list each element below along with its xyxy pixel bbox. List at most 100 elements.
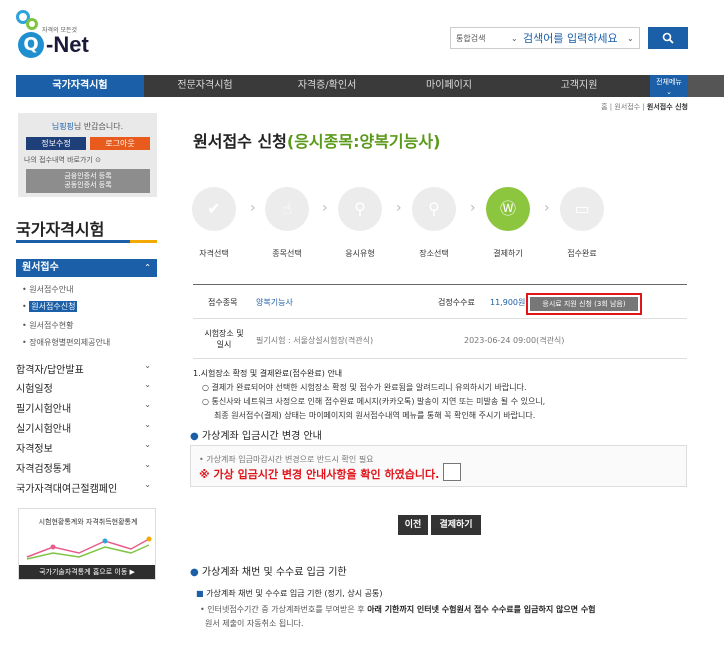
step-label: 접수완료	[567, 249, 597, 258]
check-icon: ✔	[207, 199, 221, 218]
confirm-notice-line: • 가상계좌 입금마감시간 변경으로 반드시 확인 필요	[199, 455, 374, 464]
search-box[interactable]: 통합검색 ⌄ 검색어를 입력하세요 ⌄	[450, 27, 640, 49]
sidebar-subitem-active[interactable]: • 원서접수신청	[22, 301, 78, 312]
bullet-icon: ●	[190, 567, 199, 578]
sidebar-item-info[interactable]: 자격정보 ⌄	[16, 440, 157, 455]
cert-line-1: 금융인증서 등록	[64, 172, 112, 180]
place-label: 시험장소 및 일시	[204, 329, 244, 349]
step-label: 응시유형	[345, 249, 375, 258]
search-button[interactable]	[648, 27, 688, 49]
won-coin-icon: Ⓦ	[499, 199, 516, 218]
chevron-right-icon: ›	[396, 200, 402, 216]
qnet-logo[interactable]: 자격의 모든것 Q -Net	[16, 8, 106, 62]
confirm-notice-box: • 가상계좌 입금마감시간 변경으로 반드시 확인 필요 ※ 가상 입금시간 변…	[190, 445, 687, 487]
cert-line-2: 공동인증서 등록	[64, 181, 112, 189]
user-name: 님핑핑	[51, 122, 74, 131]
section-heading-virtual-account: ● 가상계좌 입금시간 변경 안내	[190, 431, 322, 442]
fee-value: 11,900원	[490, 298, 526, 307]
fee-support-button[interactable]: 응시료 지원 신청 (3회 남음)	[526, 293, 642, 315]
sidebar-subitem[interactable]: • 장애유형별편의제공안내	[22, 337, 110, 348]
pay-button[interactable]: 결제하기	[431, 515, 481, 535]
step-2-circle: ☝	[265, 187, 309, 231]
chevron-down-icon: ⌄	[666, 88, 672, 96]
notice-line: ○ 결제가 완료되어야 선택한 시험장소 확정 및 접수가 완료됨을 알려드리니…	[202, 383, 527, 392]
edit-info-button[interactable]: 정보수정	[26, 137, 86, 150]
deadline-line: • 인터넷접수기간 중 가상계좌번호를 부여받은 후 아래 기한까지 인터넷 수…	[200, 605, 596, 614]
logo-q: Q	[18, 32, 44, 58]
notice-line: ○ 통신사와 네트워크 사정으로 인해 접수완료 메시지(카카오톡) 발송이 지…	[202, 397, 546, 406]
sidebar-item-written[interactable]: 필기시험안내 ⌄	[16, 400, 157, 415]
date-value: 2023-06-24 09:00(격관식)	[464, 336, 565, 345]
step-4-circle: ⚲	[412, 187, 456, 231]
notice-heading-1: 1.시험장소 확정 및 결제완료(접수완료) 안내	[193, 369, 343, 378]
nav-item-professional[interactable]: 전문자격시험	[144, 75, 266, 97]
chevron-right-icon: ⊙	[95, 156, 101, 164]
chevron-down-icon: ⌄	[144, 460, 151, 469]
login-box: 님핑핑님 반갑습니다. 정보수정 로그아웃 나의 접수내역 바로가기 ⊙ 금융인…	[18, 113, 157, 197]
search-icon	[662, 32, 674, 44]
stats-graph-icon	[26, 536, 152, 560]
logout-button[interactable]: 로그아웃	[90, 137, 150, 150]
nav-item-mypage[interactable]: 마이페이지	[388, 75, 510, 97]
logo-circle-green	[26, 18, 38, 30]
sidebar-item-schedule[interactable]: 시험일정 ⌄	[16, 380, 157, 395]
sidebar-divider-accent	[130, 240, 157, 243]
prev-button[interactable]: 이전	[398, 515, 428, 535]
sidebar-item-stats[interactable]: 자격검정통계 ⌄	[16, 460, 157, 475]
chevron-down-icon: ⌄	[144, 361, 151, 370]
chevron-down-icon: ⌄	[627, 33, 634, 43]
chevron-down-icon: ⌄	[144, 420, 151, 429]
sidebar-section-apply[interactable]: 원서접수 ⌃	[16, 259, 157, 277]
chevron-down-icon: ⌄	[144, 480, 151, 489]
sidebar-item-results[interactable]: 합격자/답안발표 ⌄	[16, 361, 157, 376]
info-table-divider	[193, 318, 687, 319]
search-category[interactable]: 통합검색	[451, 33, 511, 44]
search-icon: ⚲	[354, 199, 366, 218]
all-menu-button[interactable]: 전체메뉴 ⌄	[650, 75, 688, 97]
chevron-down-icon: ⌄	[144, 440, 151, 449]
page-title: 원서접수 신청(응시종목:양복기능사)	[193, 132, 441, 151]
hand-pointer-icon: ☝	[282, 199, 292, 218]
stats-title: 시험현황통계와 자격취득현황통계	[38, 518, 138, 526]
logo-net: -Net	[46, 32, 89, 57]
history-link[interactable]: 나의 접수내역 바로가기 ⊙	[24, 155, 101, 165]
step-label: 결제하기	[493, 249, 523, 258]
nav-item-national[interactable]: 국가자격시험	[16, 75, 144, 97]
chevron-right-icon: ›	[322, 200, 328, 216]
section-heading-deadline: ● 가상계좌 채번 및 수수료 입금 기한	[190, 567, 347, 578]
notice-line: 최종 원서접수(결제) 상태는 마이페이지의 원서접수내역 메뉴를 통해 꼭 확…	[214, 411, 536, 420]
confirm-notice-warning: ※ 가상 입금시간 변경 안내사항을 확인 하였습니다.	[199, 468, 440, 481]
step-label: 자격선택	[199, 249, 229, 258]
search-input[interactable]: 검색어를 입력하세요	[523, 30, 627, 46]
main-nav: 국가자격시험 전문자격시험 자격증/확인서 마이페이지 고객지원 전체메뉴 ⌄	[16, 75, 724, 97]
info-table-bottom-border	[193, 358, 687, 359]
sidebar-subitem[interactable]: • 원서접수안내	[22, 284, 73, 295]
chevron-down-icon: ⌄	[511, 33, 518, 43]
monitor-ok-icon: ▭	[574, 199, 590, 218]
bullet-icon: ●	[190, 431, 199, 442]
sidebar-item-campaign[interactable]: 국가자격대여근절캠페인 ⌄	[16, 480, 157, 495]
sidebar-title: 국가자격시험	[16, 220, 105, 239]
breadcrumb: 홈 | 원서접수 | 원서접수 신청	[601, 103, 688, 111]
step-3-circle: ⚲	[338, 187, 382, 231]
sidebar-subitem[interactable]: • 원서접수현황	[22, 320, 73, 331]
exam-value: 양복기능사	[256, 298, 293, 307]
bullet-icon: ■	[196, 589, 204, 598]
step-label: 종목선택	[272, 249, 302, 258]
step-5-circle: Ⓦ	[486, 187, 530, 231]
chevron-right-icon: ›	[544, 200, 550, 216]
step-6-circle: ▭	[560, 187, 604, 231]
chevron-up-icon: ⌃	[144, 263, 151, 272]
stats-banner[interactable]: 시험현황통계와 자격취득현황통계 국가기술자격통계 홈으로 이동 ▶	[18, 508, 156, 580]
nav-item-certificate[interactable]: 자격증/확인서	[266, 75, 388, 97]
chevron-right-icon: ›	[470, 200, 476, 216]
cert-register-button[interactable]: 금융인증서 등록 공동인증서 등록	[26, 169, 150, 193]
location-pin-icon: ⚲	[428, 199, 440, 218]
exam-label: 접수종목	[208, 298, 238, 307]
sidebar-item-practical[interactable]: 실기시험안내 ⌄	[16, 420, 157, 435]
chevron-down-icon: ⌄	[144, 380, 151, 389]
stats-link[interactable]: 국가기술자격통계 홈으로 이동 ▶	[19, 565, 155, 579]
confirm-checkbox[interactable]	[443, 463, 461, 481]
nav-item-support[interactable]: 고객지원	[510, 75, 648, 97]
place-value: 필기시험 : 서울상설시험장(격관식)	[256, 336, 374, 345]
